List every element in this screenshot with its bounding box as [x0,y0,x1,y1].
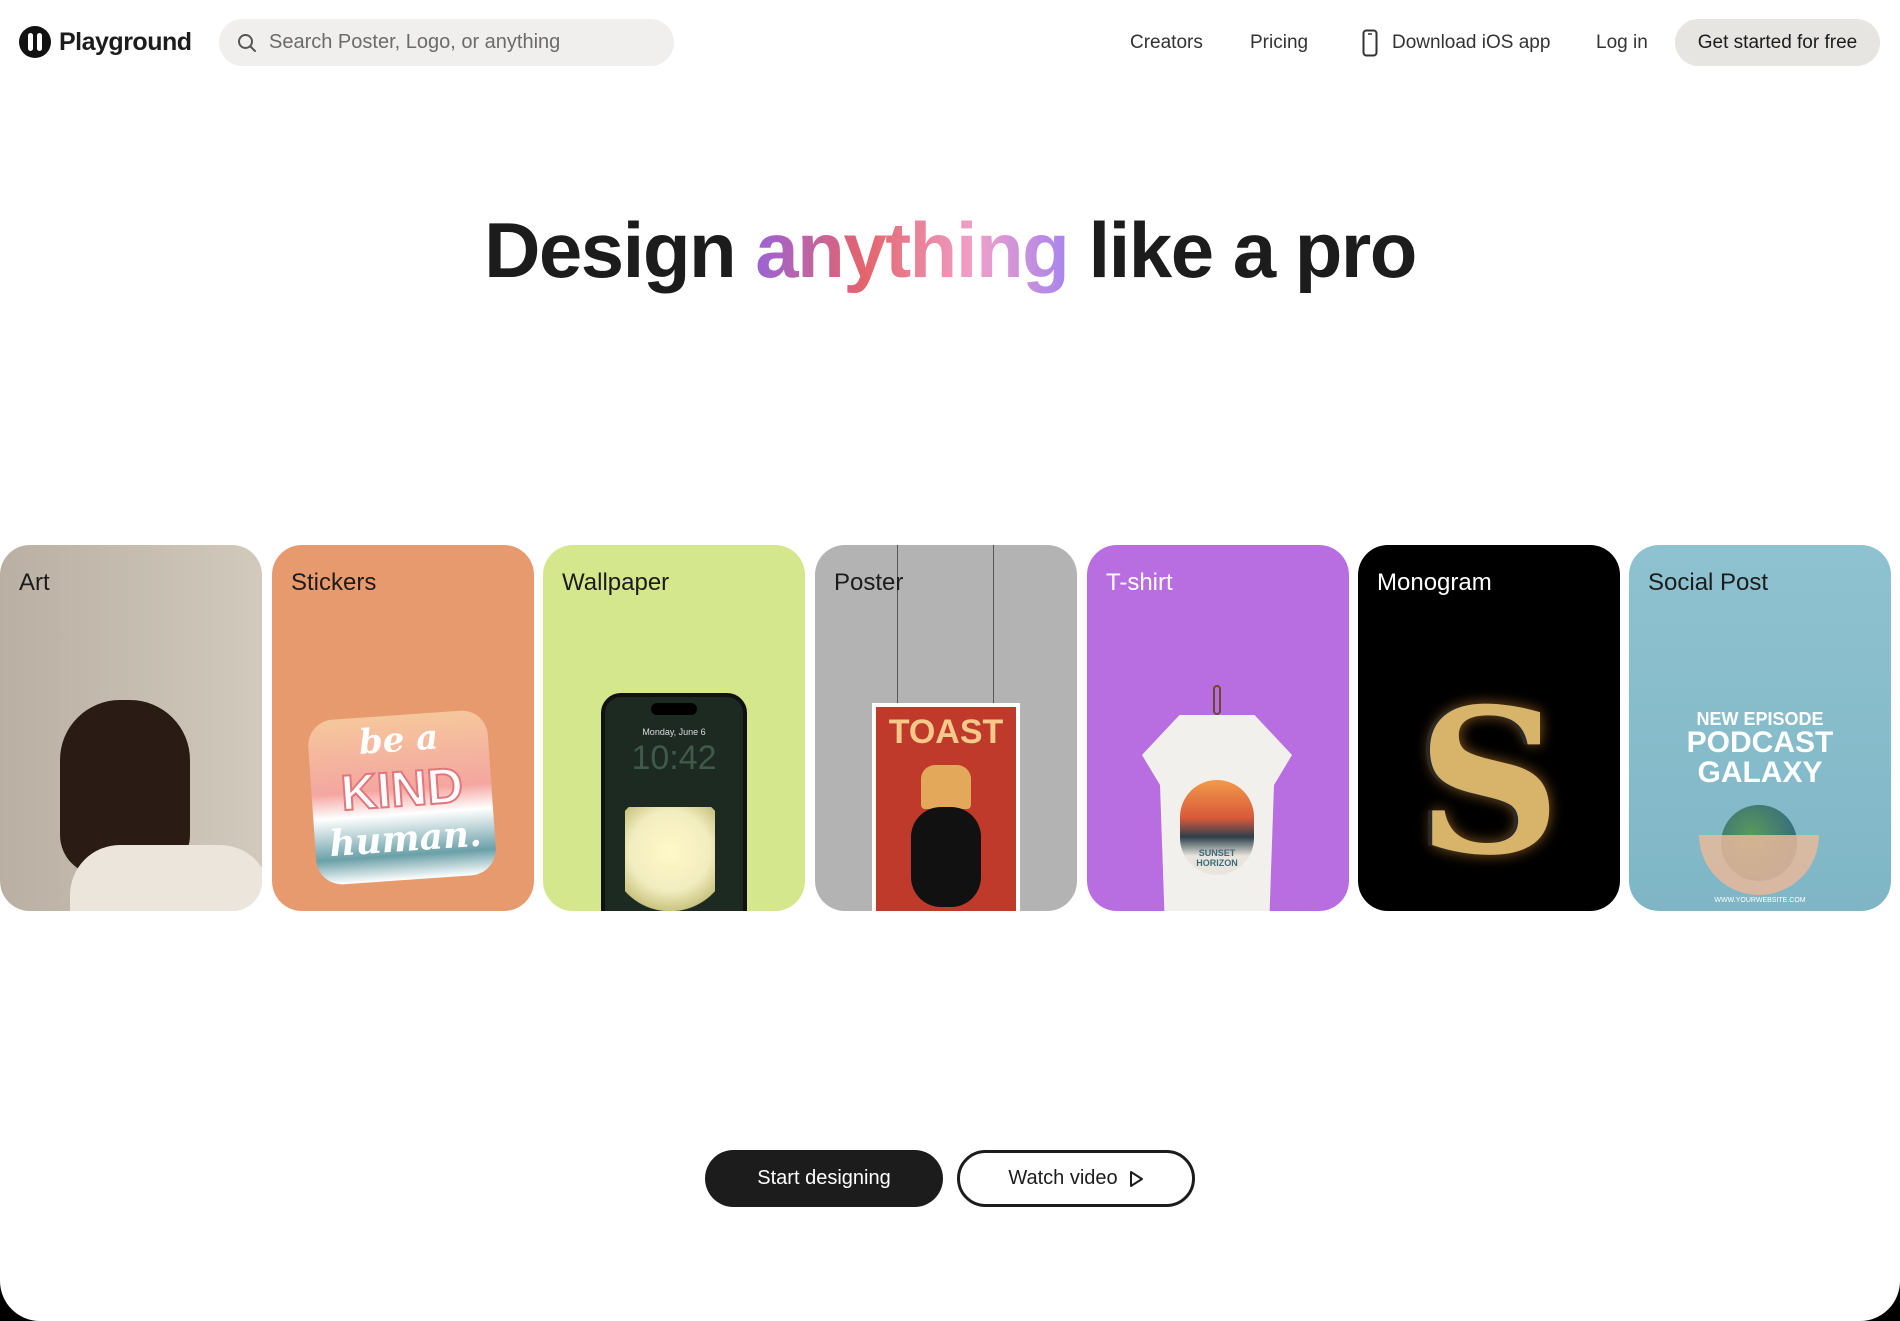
nav-download-ios[interactable]: Download iOS app [1392,32,1550,54]
phone-mockup: Monday, June 6 10:42 [601,693,747,911]
headline-accent: anything [755,206,1070,294]
card-label: T-shirt [1106,569,1173,596]
watch-video-label: Watch video [1008,1167,1118,1189]
tulip-image [625,807,715,911]
social-post-text: NEW EPISODE PODCAST GALAXY [1629,710,1891,788]
tshirt-print-text: SUNSET HORIZON [1196,848,1238,868]
card-stickers[interactable]: Stickers be a KIND human. [272,545,534,911]
watch-video-button[interactable]: Watch video [957,1150,1195,1207]
monogram-letter: S [1416,665,1562,900]
phone-date: Monday, June 6 [642,727,706,737]
card-label: Poster [834,569,904,596]
nav-creators[interactable]: Creators [1130,32,1203,54]
card-label: Stickers [291,569,377,596]
portrait-shirt [70,845,262,911]
search-bar[interactable] [219,19,674,66]
card-wallpaper[interactable]: Wallpaper Monday, June 6 10:42 [543,545,805,911]
brand-logo[interactable]: Playground [19,26,192,58]
brand-name: Playground [59,27,192,56]
play-icon [1129,1170,1143,1187]
search-input[interactable] [269,31,649,54]
card-label: Art [19,569,50,596]
social-line: GALAXY [1697,756,1823,789]
nav-pricing[interactable]: Pricing [1250,32,1308,54]
website-text: WWW.YOURWEBSITE.COM [1714,897,1806,904]
nav-login[interactable]: Log in [1596,32,1648,54]
card-social-post[interactable]: Social Post NEW EPISODE PODCAST GALAXY W… [1629,545,1891,911]
headline-text-end: like a pro [1068,206,1417,294]
phone-icon [1362,29,1378,57]
poster-title: TOAST [888,713,1004,751]
card-monogram[interactable]: Monogram S [1358,545,1620,911]
poster-image: TOAST [872,703,1020,911]
sticker-text: be a KIND human. [317,715,486,866]
headline-text: Design [484,206,756,294]
phone-time: 10:42 [631,739,717,777]
start-designing-button[interactable]: Start designing [705,1150,943,1207]
card-poster[interactable]: Poster TOAST [815,545,1077,911]
top-nav: Playground Creators Pricing Download iOS… [0,0,1900,85]
card-art[interactable]: Art [0,545,262,911]
card-label: Social Post [1648,569,1769,596]
social-line: PODCAST [1686,726,1834,759]
page: Playground Creators Pricing Download iOS… [0,0,1900,1321]
card-label: Wallpaper [562,569,670,596]
get-started-button[interactable]: Get started for free [1675,19,1880,66]
logo-icon [19,26,51,58]
hands-image [1699,835,1819,895]
card-tshirt[interactable]: T-shirt SUNSET HORIZON [1087,545,1349,911]
search-icon [238,33,256,52]
hero-headline: Design anything like a pro [0,205,1900,296]
card-label: Monogram [1377,569,1492,596]
